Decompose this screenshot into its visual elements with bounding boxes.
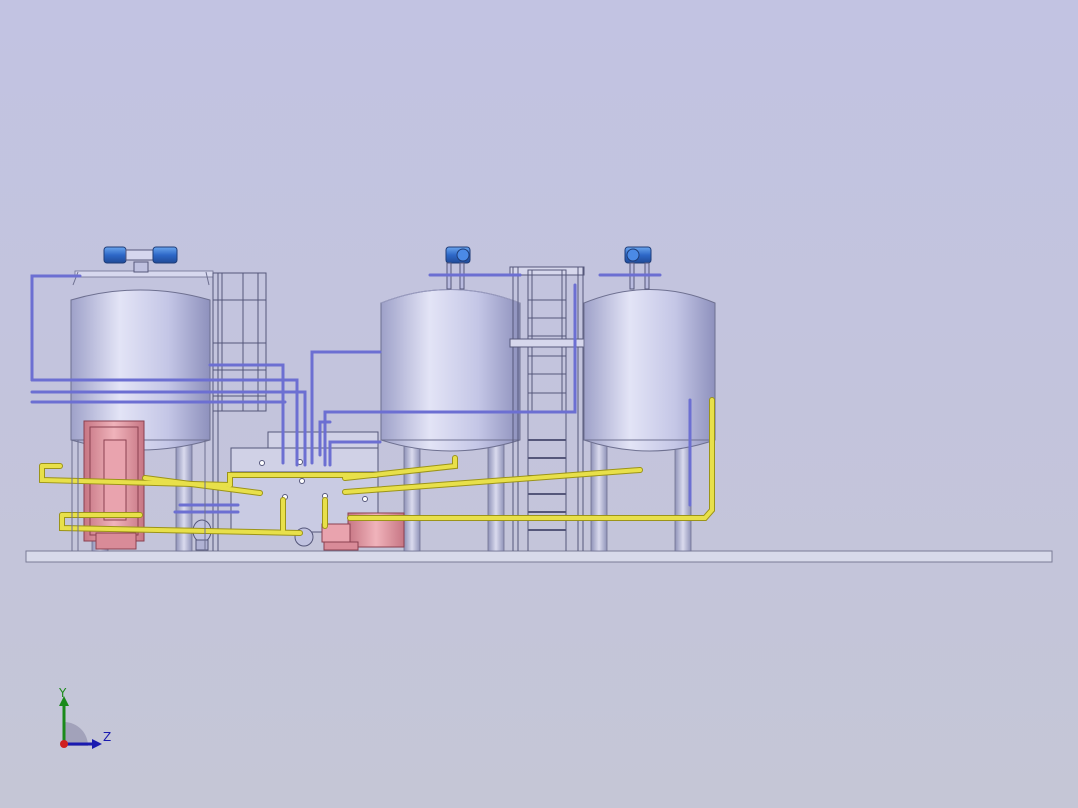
coordinate-triad: Y Z	[50, 684, 120, 754]
agitator-motor-middle[interactable]	[445, 246, 471, 290]
agitator-motor-left[interactable]	[103, 246, 178, 273]
tank-right[interactable]	[583, 289, 716, 552]
base-plate[interactable]	[25, 550, 1053, 563]
tank-middle[interactable]	[380, 289, 521, 552]
axis-y-label: Y	[59, 686, 67, 700]
agitator-motor-right[interactable]	[624, 246, 652, 290]
brewhouse-model[interactable]	[0, 0, 1078, 808]
valve-left[interactable]	[192, 519, 212, 551]
cad-viewport[interactable]: Y Z	[0, 0, 1078, 808]
ladder-platform[interactable]	[509, 266, 585, 551]
axis-z-label: Z	[103, 730, 112, 744]
